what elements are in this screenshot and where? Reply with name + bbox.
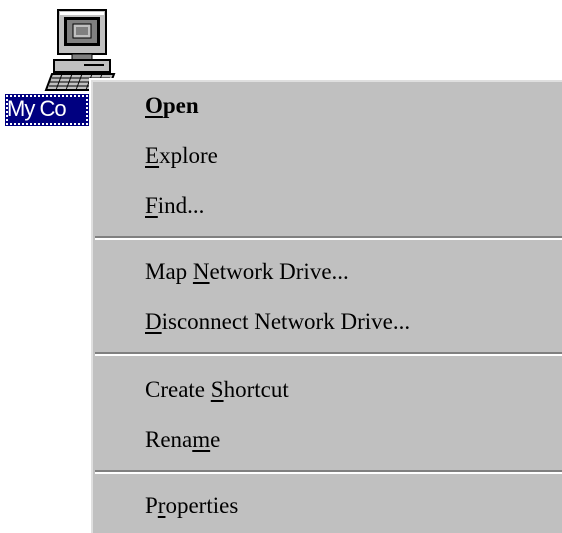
- menu-item-open[interactable]: Open: [145, 86, 199, 126]
- icon-label-text: My Co: [7, 96, 67, 121]
- context-menu: Open Explore Find... Map Network Drive..…: [89, 78, 562, 533]
- menu-separator: [95, 470, 562, 474]
- desktop: My Co Open Explore Find... Map Network D…: [0, 0, 562, 533]
- accelerator-key: O: [145, 93, 163, 118]
- accelerator-key: D: [145, 309, 162, 334]
- menu-item-find[interactable]: Find...: [145, 186, 204, 226]
- menu-separator: [95, 352, 562, 356]
- menu-item-explore[interactable]: Explore: [145, 136, 218, 176]
- my-computer-desktop-icon[interactable]: My Co: [0, 0, 116, 140]
- accelerator-key: S: [210, 377, 224, 402]
- accelerator-key: E: [145, 143, 160, 168]
- icon-label-selected[interactable]: My Co: [5, 94, 89, 126]
- menu-item-rename[interactable]: Rename: [145, 420, 220, 460]
- menu-item-disconnect-network-drive[interactable]: Disconnect Network Drive...: [145, 302, 410, 342]
- menu-item-properties[interactable]: Properties: [145, 486, 238, 526]
- menu-item-create-shortcut[interactable]: Create Shortcut: [145, 370, 289, 410]
- menu-item-map-network-drive[interactable]: Map Network Drive...: [145, 252, 349, 292]
- accelerator-key: N: [192, 259, 210, 284]
- accelerator-key: F: [145, 193, 158, 218]
- accelerator-key: m: [192, 427, 211, 452]
- menu-separator: [95, 236, 562, 240]
